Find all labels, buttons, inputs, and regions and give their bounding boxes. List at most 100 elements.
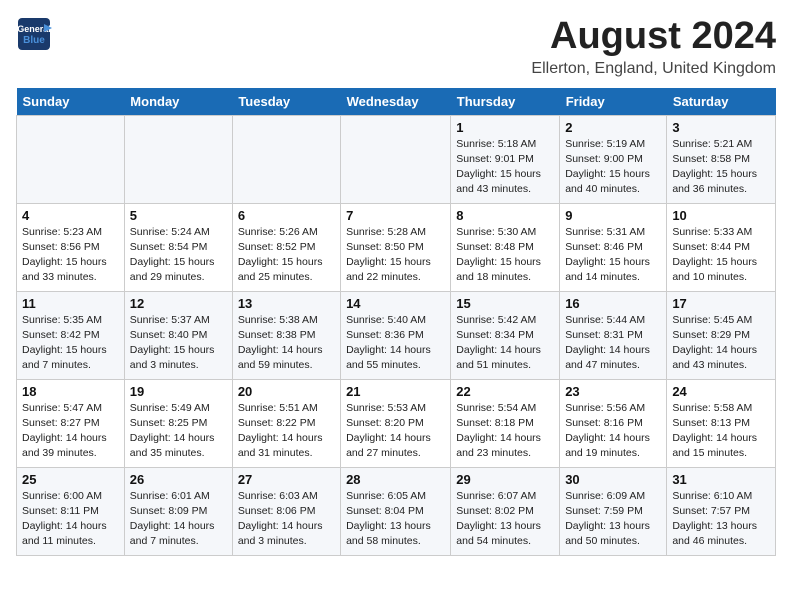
calendar-cell: 21 Sunrise: 5:53 AM Sunset: 8:20 PM Dayli… [341,379,451,467]
weekday-header-wednesday: Wednesday [341,88,451,116]
day-info: Sunrise: 5:40 AM Sunset: 8:36 PM Dayligh… [346,313,445,374]
calendar-cell: 15Sunrise: 5:42 AM Sunset: 8:34 PM Dayli… [451,291,560,379]
calendar-cell: 18Sunrise: 5:47 AM Sunset: 8:27 PM Dayli… [17,379,125,467]
calendar-cell: 9 Sunrise: 5:31 AM Sunset: 8:46 PM Daylig… [560,203,667,291]
logo-icon: General Blue [16,16,52,52]
day-number: 16 [565,296,661,311]
day-number: 13 [238,296,335,311]
day-info: Sunrise: 5:49 AM Sunset: 8:25 PM Dayligh… [130,401,227,462]
day-info: Sunrise: 6:01 AM Sunset: 8:09 PM Dayligh… [130,489,227,550]
calendar-cell: 22 Sunrise: 5:54 AM Sunset: 8:18 PM Dayli… [451,379,560,467]
calendar-cell: 4Sunrise: 5:23 AM Sunset: 8:56 PM Daylig… [17,203,125,291]
calendar-cell: 13Sunrise: 5:38 AM Sunset: 8:38 PM Dayli… [232,291,340,379]
day-info: Sunrise: 5:37 AM Sunset: 8:40 PM Dayligh… [130,313,227,374]
calendar-cell: 1 Sunrise: 5:18 AM Sunset: 9:01 PM Daylig… [451,115,560,203]
weekday-header-tuesday: Tuesday [232,88,340,116]
day-number: 28 [346,472,445,487]
week-row-1: 1 Sunrise: 5:18 AM Sunset: 9:01 PM Daylig… [17,115,776,203]
calendar-cell: 19 Sunrise: 5:49 AM Sunset: 8:25 PM Dayli… [124,379,232,467]
day-number: 10 [672,208,770,223]
day-info: Sunrise: 6:09 AM Sunset: 7:59 PM Dayligh… [565,489,661,550]
day-number: 17 [672,296,770,311]
calendar-cell [17,115,125,203]
calendar-cell: 14 Sunrise: 5:40 AM Sunset: 8:36 PM Dayli… [341,291,451,379]
day-info: Sunrise: 5:54 AM Sunset: 8:18 PM Dayligh… [456,401,554,462]
title-block: August 2024 Ellerton, England, United Ki… [531,16,776,78]
calendar-cell: 24 Sunrise: 5:58 AM Sunset: 8:13 PM Dayli… [667,379,776,467]
calendar-cell: 6 Sunrise: 5:26 AM Sunset: 8:52 PM Daylig… [232,203,340,291]
day-number: 7 [346,208,445,223]
day-info: Sunrise: 5:18 AM Sunset: 9:01 PM Dayligh… [456,137,554,198]
day-info: Sunrise: 6:03 AM Sunset: 8:06 PM Dayligh… [238,489,335,550]
day-info: Sunrise: 5:58 AM Sunset: 8:13 PM Dayligh… [672,401,770,462]
day-info: Sunrise: 5:42 AM Sunset: 8:34 PM Dayligh… [456,313,554,374]
page-header: General Blue August 2024 Ellerton, Engla… [16,16,776,78]
calendar-cell: 20Sunrise: 5:51 AM Sunset: 8:22 PM Dayli… [232,379,340,467]
day-number: 23 [565,384,661,399]
calendar-cell: 29 Sunrise: 6:07 AM Sunset: 8:02 PM Dayli… [451,467,560,555]
svg-text:Blue: Blue [23,35,45,46]
calendar-cell: 2 Sunrise: 5:19 AM Sunset: 9:00 PM Daylig… [560,115,667,203]
day-info: Sunrise: 5:28 AM Sunset: 8:50 PM Dayligh… [346,225,445,286]
calendar-cell: 7 Sunrise: 5:28 AM Sunset: 8:50 PM Daylig… [341,203,451,291]
day-info: Sunrise: 6:10 AM Sunset: 7:57 PM Dayligh… [672,489,770,550]
day-number: 6 [238,208,335,223]
day-info: Sunrise: 5:24 AM Sunset: 8:54 PM Dayligh… [130,225,227,286]
day-info: Sunrise: 5:31 AM Sunset: 8:46 PM Dayligh… [565,225,661,286]
day-number: 4 [22,208,119,223]
calendar-cell: 26 Sunrise: 6:01 AM Sunset: 8:09 PM Dayli… [124,467,232,555]
calendar-cell: 8 Sunrise: 5:30 AM Sunset: 8:48 PM Daylig… [451,203,560,291]
weekday-header-saturday: Saturday [667,88,776,116]
calendar-cell: 28 Sunrise: 6:05 AM Sunset: 8:04 PM Dayli… [341,467,451,555]
day-number: 21 [346,384,445,399]
day-number: 8 [456,208,554,223]
week-row-4: 18Sunrise: 5:47 AM Sunset: 8:27 PM Dayli… [17,379,776,467]
calendar-cell: 12Sunrise: 5:37 AM Sunset: 8:40 PM Dayli… [124,291,232,379]
day-number: 27 [238,472,335,487]
logo: General Blue [16,16,52,52]
day-info: Sunrise: 5:44 AM Sunset: 8:31 PM Dayligh… [565,313,661,374]
calendar-cell [124,115,232,203]
calendar-table: SundayMondayTuesdayWednesdayThursdayFrid… [16,88,776,556]
day-info: Sunrise: 5:45 AM Sunset: 8:29 PM Dayligh… [672,313,770,374]
day-number: 24 [672,384,770,399]
day-info: Sunrise: 5:19 AM Sunset: 9:00 PM Dayligh… [565,137,661,198]
day-number: 3 [672,120,770,135]
day-number: 22 [456,384,554,399]
day-number: 19 [130,384,227,399]
calendar-cell: 5 Sunrise: 5:24 AM Sunset: 8:54 PM Daylig… [124,203,232,291]
day-number: 25 [22,472,119,487]
day-number: 30 [565,472,661,487]
day-info: Sunrise: 5:21 AM Sunset: 8:58 PM Dayligh… [672,137,770,198]
day-number: 9 [565,208,661,223]
calendar-cell: 17 Sunrise: 5:45 AM Sunset: 8:29 PM Dayli… [667,291,776,379]
calendar-cell: 30 Sunrise: 6:09 AM Sunset: 7:59 PM Dayli… [560,467,667,555]
calendar-cell: 11Sunrise: 5:35 AM Sunset: 8:42 PM Dayli… [17,291,125,379]
day-info: Sunrise: 6:05 AM Sunset: 8:04 PM Dayligh… [346,489,445,550]
day-info: Sunrise: 5:26 AM Sunset: 8:52 PM Dayligh… [238,225,335,286]
day-number: 26 [130,472,227,487]
weekday-header-sunday: Sunday [17,88,125,116]
week-row-3: 11Sunrise: 5:35 AM Sunset: 8:42 PM Dayli… [17,291,776,379]
day-info: Sunrise: 6:00 AM Sunset: 8:11 PM Dayligh… [22,489,119,550]
weekday-header-thursday: Thursday [451,88,560,116]
day-number: 14 [346,296,445,311]
day-number: 5 [130,208,227,223]
day-number: 31 [672,472,770,487]
day-info: Sunrise: 6:07 AM Sunset: 8:02 PM Dayligh… [456,489,554,550]
day-info: Sunrise: 5:47 AM Sunset: 8:27 PM Dayligh… [22,401,119,462]
day-number: 2 [565,120,661,135]
month-year-title: August 2024 [531,16,776,58]
day-info: Sunrise: 5:30 AM Sunset: 8:48 PM Dayligh… [456,225,554,286]
calendar-cell: 31 Sunrise: 6:10 AM Sunset: 7:57 PM Dayli… [667,467,776,555]
calendar-cell: 16 Sunrise: 5:44 AM Sunset: 8:31 PM Dayli… [560,291,667,379]
calendar-body: 1 Sunrise: 5:18 AM Sunset: 9:01 PM Daylig… [17,115,776,555]
day-info: Sunrise: 5:51 AM Sunset: 8:22 PM Dayligh… [238,401,335,462]
day-info: Sunrise: 5:53 AM Sunset: 8:20 PM Dayligh… [346,401,445,462]
day-info: Sunrise: 5:35 AM Sunset: 8:42 PM Dayligh… [22,313,119,374]
day-number: 1 [456,120,554,135]
calendar-cell: 23Sunrise: 5:56 AM Sunset: 8:16 PM Dayli… [560,379,667,467]
calendar-cell [341,115,451,203]
calendar-cell: 10Sunrise: 5:33 AM Sunset: 8:44 PM Dayli… [667,203,776,291]
day-number: 29 [456,472,554,487]
